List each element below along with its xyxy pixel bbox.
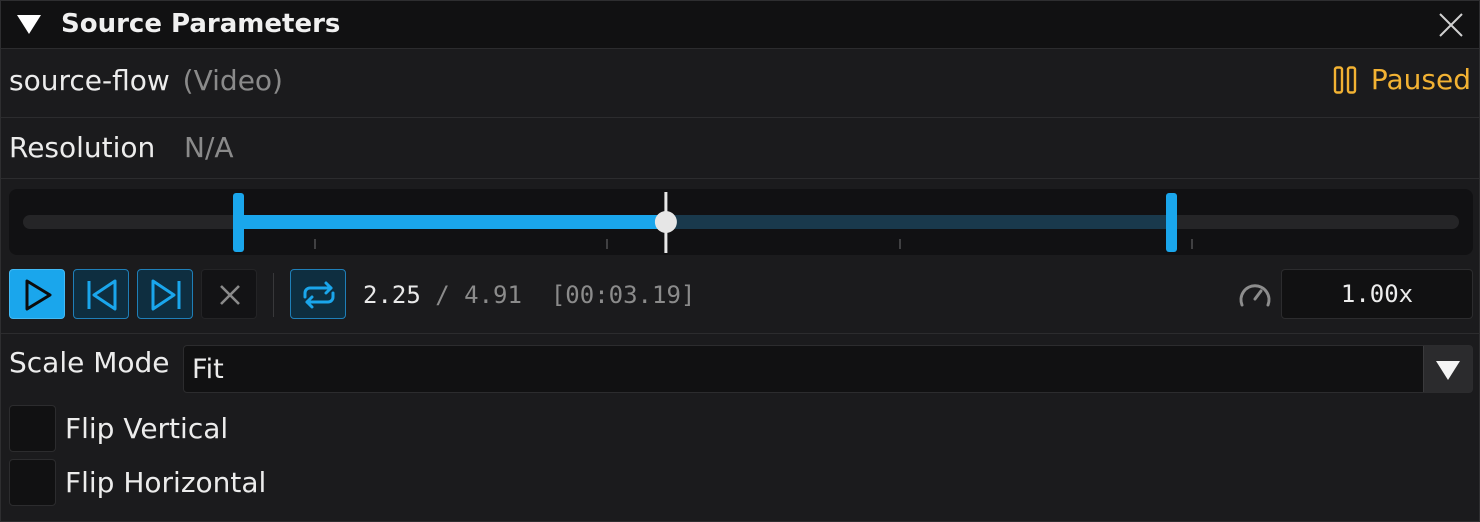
timecode: [00:03.19]	[550, 281, 696, 309]
status-text: Paused	[1370, 63, 1471, 96]
pause-icon	[1333, 65, 1357, 94]
flip-horizontal-row[interactable]: Flip Horizontal	[9, 459, 609, 507]
range-end-handle[interactable]	[1166, 193, 1177, 252]
scale-mode-value: Fit	[192, 354, 224, 385]
resolution-row: Resolution N/A	[1, 118, 1479, 179]
skip-forward-button[interactable]	[137, 269, 193, 319]
total-duration: 4.91	[464, 281, 522, 309]
panel-header[interactable]: Source Parameters	[1, 1, 1479, 49]
flip-horizontal-checkbox[interactable]	[9, 459, 56, 506]
playback-controls: 2.25 / 4.91 [00:03.19] 1.00x	[1, 261, 1479, 334]
flip-vertical-checkbox[interactable]	[9, 405, 56, 452]
playhead-knob[interactable]	[654, 211, 677, 233]
current-time: 2.25	[363, 281, 421, 309]
source-name: source-flow	[9, 64, 170, 97]
playback-speed-input[interactable]: 1.00x	[1281, 269, 1473, 319]
controls-divider	[273, 273, 274, 317]
timeline-scrubber[interactable]	[9, 189, 1473, 255]
range-start-handle[interactable]	[233, 193, 244, 252]
close-icon[interactable]	[1437, 11, 1465, 39]
source-name-text: source-flow (Video)	[9, 64, 283, 97]
flip-vertical-row[interactable]: Flip Vertical	[9, 405, 609, 453]
source-info-row: source-flow (Video) Paused	[1, 49, 1479, 118]
x-icon	[220, 285, 240, 305]
resolution-value: N/A	[184, 131, 234, 164]
time-separator: /	[435, 281, 450, 309]
play-icon	[25, 279, 52, 311]
dropdown-button[interactable]	[1423, 346, 1472, 392]
stop-button[interactable]	[201, 269, 257, 319]
flip-horizontal-label: Flip Horizontal	[65, 466, 267, 499]
source-parameters-panel: Source Parameters source-flow (Video) Pa…	[0, 0, 1480, 522]
time-readout: 2.25 / 4.91 [00:03.19]	[363, 281, 695, 309]
panel-title: Source Parameters	[61, 9, 341, 39]
flip-vertical-label: Flip Vertical	[65, 412, 229, 445]
scale-mode-select[interactable]: Fit	[183, 345, 1473, 393]
status-indicator: Paused	[1333, 63, 1471, 96]
skip-back-button[interactable]	[73, 269, 129, 319]
chevron-down-icon	[1436, 361, 1460, 380]
play-button[interactable]	[9, 269, 65, 319]
skip-back-icon	[87, 279, 117, 311]
loop-toggle[interactable]	[290, 269, 346, 319]
loop-icon	[303, 281, 335, 309]
source-type: (Video)	[182, 64, 283, 97]
skip-forward-icon	[151, 279, 181, 311]
scale-mode-label: Scale Mode	[9, 346, 170, 379]
collapse-triangle-icon[interactable]	[17, 15, 41, 34]
timeline-played	[239, 215, 666, 229]
resolution-label: Resolution	[9, 131, 156, 164]
gauge-icon	[1237, 279, 1273, 311]
